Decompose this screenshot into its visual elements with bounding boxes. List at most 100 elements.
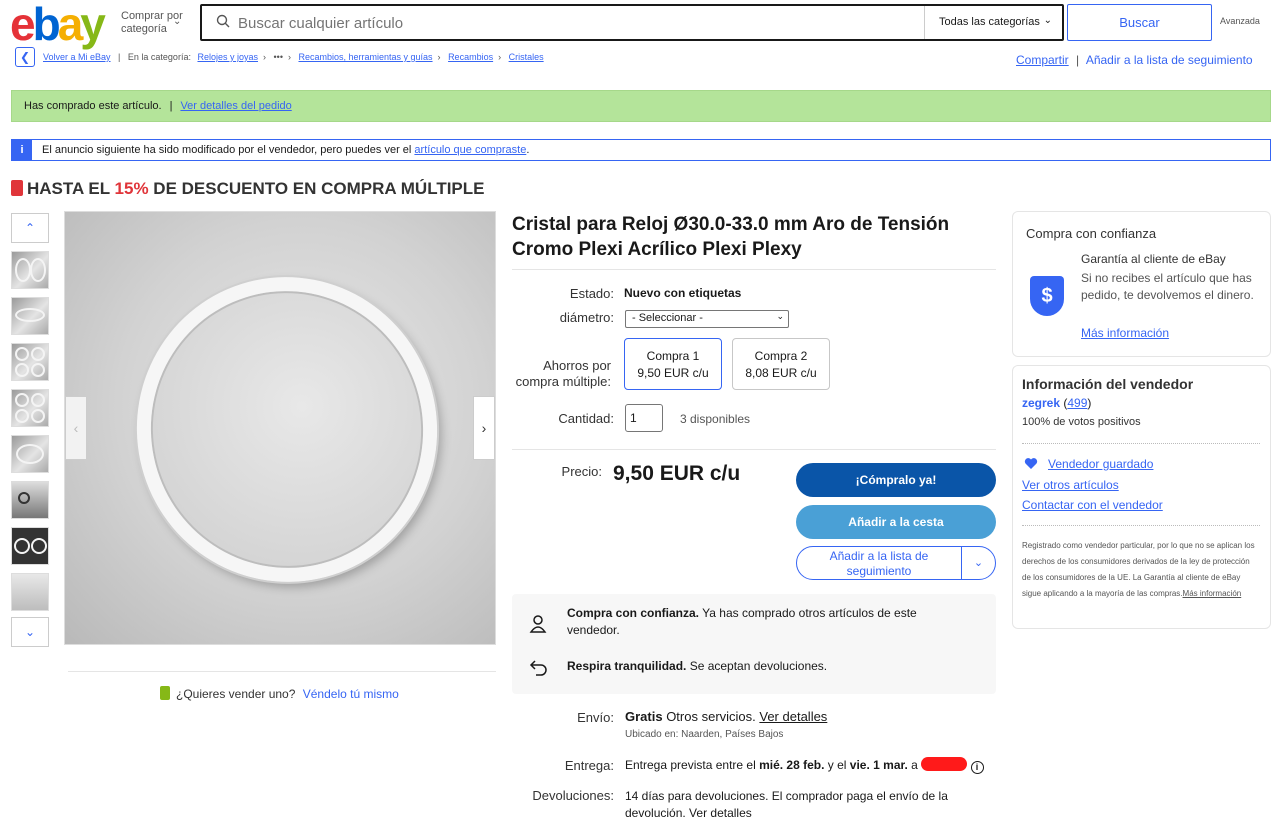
thumbnails-up-button[interactable]: ⌃ xyxy=(11,213,49,243)
info-text: El anuncio siguiente ha sido modificado … xyxy=(42,144,415,156)
add-to-cart-button[interactable]: Añadir a la cesta xyxy=(796,505,996,539)
breadcrumb: Volver a Mi eBay | En la categoría: Relo… xyxy=(43,52,544,62)
seller-title: Información del vendedor xyxy=(1022,376,1194,392)
chevron-down-icon[interactable]: ⌄ xyxy=(961,547,995,579)
trust-row-text: Se aceptan devoluciones. xyxy=(686,659,828,673)
thumbnails-down-button[interactable]: ⌄ xyxy=(11,617,49,647)
order-details-link[interactable]: Ver detalles del pedido xyxy=(180,100,291,112)
thumbnail[interactable] xyxy=(11,527,49,565)
chevron-right-icon: › xyxy=(481,420,487,436)
promo-percent: 15% xyxy=(114,179,149,198)
buy-now-button[interactable]: ¡Cómpralo ya! xyxy=(796,463,996,497)
watch-crystal-ring xyxy=(108,249,466,610)
delivery-label: Entrega: xyxy=(564,758,614,773)
delivery-text: a xyxy=(907,758,918,772)
info-icon[interactable]: i xyxy=(970,761,984,774)
multibuy-option-price: 9,50 EUR c/u xyxy=(637,366,709,380)
guarantee-more-info-link[interactable]: Más información xyxy=(1081,326,1169,340)
chevron-down-icon: ⌄ xyxy=(776,311,784,321)
thumbnail[interactable] xyxy=(11,251,49,289)
purchased-item-link[interactable]: artículo que compraste xyxy=(414,144,526,156)
redaction-mark xyxy=(921,757,968,771)
promo-suffix: DE DESCUENTO EN COMPRA MÚLTIPLE xyxy=(148,179,485,198)
available-count: 3 disponibles xyxy=(680,412,751,426)
chevron-down-icon: ⌄ xyxy=(24,625,36,639)
share-link[interactable]: Compartir xyxy=(1016,53,1069,67)
search-button[interactable]: Buscar xyxy=(1067,4,1212,41)
delivery-value: Entrega prevista entre el mié. 28 feb. y… xyxy=(625,757,984,774)
heart-icon[interactable] xyxy=(1024,457,1038,470)
thumbnail[interactable] xyxy=(11,389,49,427)
thumbnail[interactable] xyxy=(11,573,49,611)
seller-name-link[interactable]: zegrek xyxy=(1022,396,1060,410)
returns-text: 14 días para devoluciones. El comprador … xyxy=(625,789,948,820)
back-button[interactable]: ❮ xyxy=(15,47,35,67)
multibuy-option-name: Compra 1 xyxy=(646,349,700,363)
next-image-button[interactable]: › xyxy=(473,396,495,460)
guarantee-heading: Garantía al cliente de eBay xyxy=(1081,252,1226,266)
info-text-end: . xyxy=(526,144,530,156)
person-icon xyxy=(529,615,547,633)
multibuy-option[interactable]: Compra 1 9,50 EUR c/u xyxy=(624,338,722,390)
breadcrumb-item[interactable]: Recambios xyxy=(448,52,493,62)
shipping-label: Envío: xyxy=(577,710,614,725)
multibuy-option[interactable]: Compra 2 8,08 EUR c/u xyxy=(732,338,830,390)
returns-label: Devoluciones: xyxy=(532,788,614,803)
chevron-right-icon: › xyxy=(498,52,502,62)
search-icon xyxy=(216,14,230,28)
breadcrumb-item[interactable]: Recambios, herramientas y guías xyxy=(298,52,432,62)
trust-panel: Compra con confianza. Ya has comprado ot… xyxy=(512,594,996,694)
quantity-label: Cantidad: xyxy=(558,411,614,426)
diameter-select-value: - Seleccionar - xyxy=(632,312,703,324)
add-to-watchlist-link[interactable]: Añadir a la lista de seguimiento xyxy=(1086,53,1253,67)
chevron-right-icon: › xyxy=(287,52,291,62)
category-select[interactable]: Todas las categorías ⌄ xyxy=(924,6,1064,39)
contact-seller-link[interactable]: Contactar con el vendedor xyxy=(1022,498,1163,512)
quantity-input[interactable]: 1 xyxy=(625,404,663,432)
see-other-items-link[interactable]: Ver otros artículos xyxy=(1022,478,1119,492)
thumbnail[interactable] xyxy=(11,481,49,519)
breadcrumb-item[interactable]: Relojes y joyas xyxy=(197,52,258,62)
info-icon: i xyxy=(12,140,32,160)
disclaimer-more-info-link[interactable]: Más información xyxy=(1183,589,1242,598)
thumbnail[interactable] xyxy=(11,297,49,335)
trust-row-title: Compra con confianza. xyxy=(567,606,700,620)
add-to-watchlist-button[interactable]: Añadir a la lista de seguimiento ⌄ xyxy=(796,546,996,580)
thumbnail[interactable] xyxy=(11,435,49,473)
price-label: Precio: xyxy=(561,464,602,479)
main-product-image[interactable] xyxy=(64,211,496,645)
trust-row: Respira tranquilidad. Se aceptan devoluc… xyxy=(567,658,967,675)
ebay-logo[interactable]: ebay xyxy=(10,1,106,47)
previous-image-button[interactable]: ‹ xyxy=(65,396,87,460)
sell-it-yourself-link[interactable]: Véndelo tú mismo xyxy=(303,687,399,701)
diameter-select[interactable]: - Seleccionar - ⌄ xyxy=(625,310,789,328)
multibuy-option-name: Compra 2 xyxy=(754,349,808,363)
back-to-myebay-link[interactable]: Volver a Mi eBay xyxy=(43,52,111,62)
saved-seller-link[interactable]: Vendedor guardado xyxy=(1048,457,1153,471)
promo-prefix: HASTA EL xyxy=(27,179,115,198)
returns-details-link[interactable]: Ver detalles xyxy=(689,806,752,820)
search-input[interactable] xyxy=(238,13,918,33)
seller-positive: 100% de votos positivos xyxy=(1022,416,1141,428)
multibuy-label: Ahorros por compra múltiple: xyxy=(515,358,611,389)
chevron-down-icon: ⌄ xyxy=(173,16,182,27)
chevron-left-icon: ❮ xyxy=(19,50,31,64)
chevron-left-icon: ‹ xyxy=(73,420,79,436)
shipping-details-link[interactable]: Ver detalles xyxy=(759,709,827,724)
breadcrumb-more[interactable]: ••• xyxy=(274,52,283,62)
tag-icon xyxy=(160,686,170,700)
return-icon xyxy=(529,660,547,676)
thumbnail[interactable] xyxy=(11,343,49,381)
item-location: Ubicado en: Naarden, Países Bajos xyxy=(625,729,784,740)
trust-row: Compra con confianza. Ya has comprado ot… xyxy=(567,605,967,639)
delivery-date-start: mié. 28 feb. xyxy=(759,758,825,772)
delivery-text: y el xyxy=(824,758,850,772)
delivery-date-end: vie. 1 mar. xyxy=(849,758,908,772)
advanced-search-link[interactable]: Avanzada xyxy=(1220,16,1260,26)
info-banner: i El anuncio siguiente ha sido modificad… xyxy=(11,139,1271,161)
seller-score-link[interactable]: 499 xyxy=(1067,396,1087,410)
shop-by-category-button[interactable]: Comprar por categoría ⌄ xyxy=(121,10,191,36)
divider xyxy=(512,449,996,450)
divider xyxy=(512,269,996,270)
breadcrumb-item[interactable]: Cristales xyxy=(509,52,544,62)
